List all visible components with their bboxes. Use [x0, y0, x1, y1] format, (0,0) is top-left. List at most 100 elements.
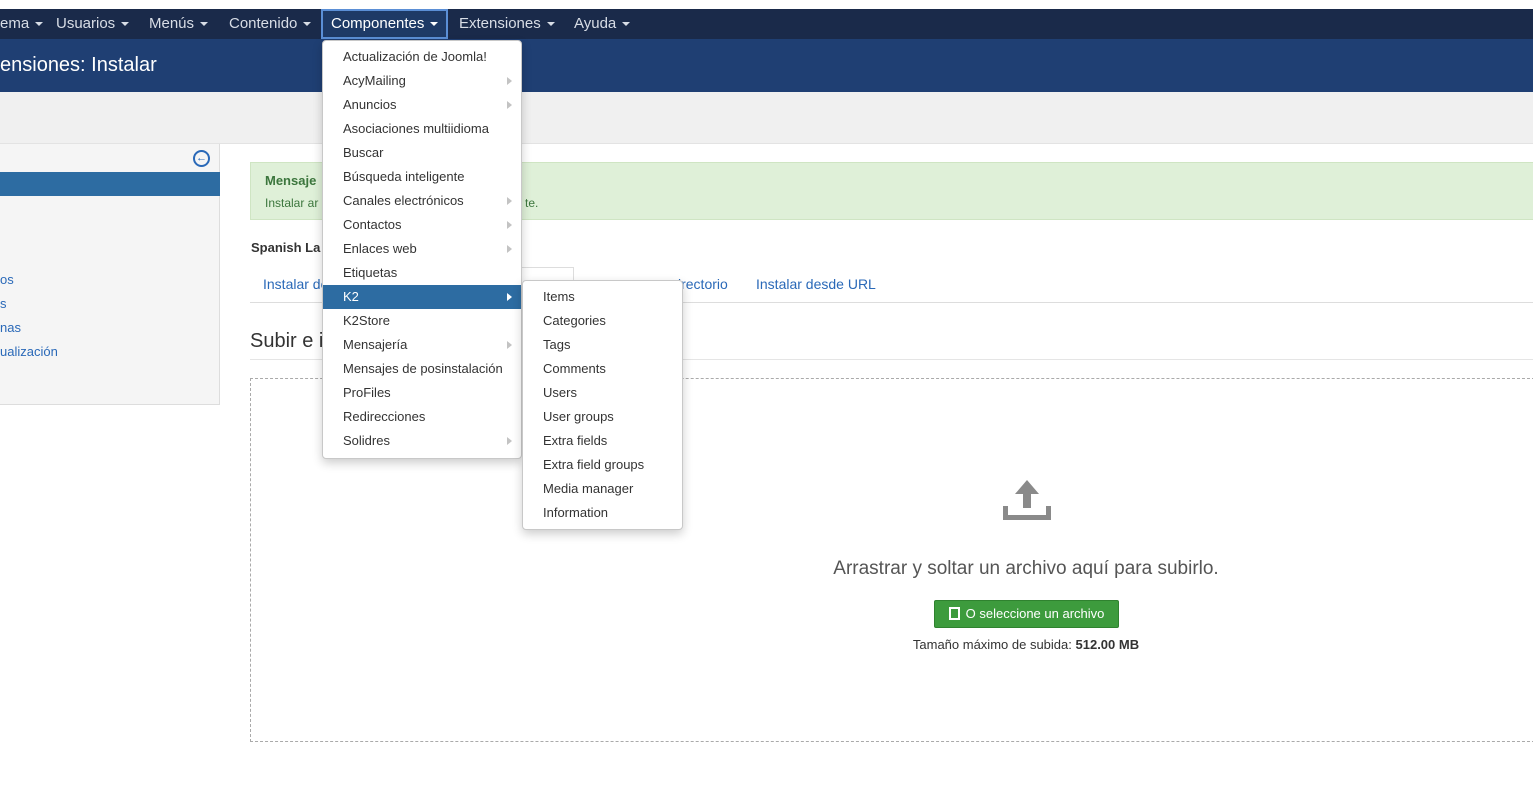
max-size-label: Tamaño máximo de subida:: [912, 637, 1072, 652]
page-title: ensiones: Instalar: [0, 54, 157, 76]
section-title: Subir e i: [250, 330, 324, 352]
k2-menu-item[interactable]: Information: [523, 501, 682, 525]
k2-menu-item[interactable]: Tags: [523, 333, 682, 357]
menu-item[interactable]: Mensajes de posinstalación: [323, 357, 521, 381]
sidebar-item[interactable]: nas: [0, 320, 21, 335]
menu-item[interactable]: Etiquetas: [323, 261, 521, 285]
submenu-arrow-icon: [507, 341, 512, 349]
menu-item[interactable]: Asociaciones multiidioma: [323, 117, 521, 141]
sidebar-item[interactable]: s: [0, 296, 7, 311]
tab-url[interactable]: Instalar desde URL: [756, 276, 876, 292]
menu-item[interactable]: Mensajería: [323, 333, 521, 357]
menu-item-label: Buscar: [343, 145, 384, 160]
max-size-value: 512.00 MB: [1075, 637, 1140, 652]
menu-item[interactable]: Redirecciones: [323, 405, 521, 429]
menu-item-label: Anuncios: [343, 97, 397, 112]
language-label: Spanish La: [251, 240, 321, 255]
k2-menu-item[interactable]: Media manager: [523, 477, 682, 501]
caret-down-icon: [546, 22, 555, 27]
menu-item[interactable]: Búsqueda inteligente: [323, 165, 521, 189]
menu-item-label: Etiquetas: [343, 265, 398, 280]
menu-item-label: Búsqueda inteligente: [343, 169, 465, 184]
page-header: ensiones: Instalar: [0, 39, 1533, 92]
caret-down-icon: [303, 22, 312, 27]
menu-item-label: Mensajería: [343, 337, 408, 352]
menu-item[interactable]: Actualización de Joomla!: [323, 45, 521, 69]
dropzone-text: Arrastrar y soltar un archivo aquí para …: [833, 558, 1219, 579]
collapse-sidebar-icon[interactable]: ←: [193, 150, 210, 167]
nav-label: Contenido: [229, 15, 298, 32]
menu-item-label: Canales electrónicos: [343, 193, 464, 208]
top-navbar: ema Usuarios Menús Contenido Componentes…: [0, 9, 1533, 39]
max-upload-size: Tamaño máximo de subida: 512.00 MB: [0, 637, 1533, 652]
submenu-arrow-icon: [507, 245, 512, 253]
sidebar: ← os s nas ualización: [0, 144, 220, 405]
select-file-label: O seleccione un archivo: [965, 606, 1105, 621]
caret-down-icon: [35, 22, 44, 27]
menu-item[interactable]: Anuncios: [323, 93, 521, 117]
sidebar-item[interactable]: os: [0, 272, 14, 287]
nav-label: Usuarios: [56, 15, 116, 32]
menu-item-label: Contactos: [343, 217, 402, 232]
sidebar-item-active[interactable]: [0, 172, 220, 196]
menu-item[interactable]: Buscar: [323, 141, 521, 165]
nav-label: Ayuda: [574, 15, 617, 32]
menu-item[interactable]: AcyMailing: [323, 69, 521, 93]
menu-item[interactable]: Contactos: [323, 213, 521, 237]
submenu-arrow-icon: [507, 101, 512, 109]
nav-menu-ayuda[interactable]: Ayuda: [574, 9, 631, 39]
nav-label: Menús: [149, 15, 195, 32]
sidebar-item[interactable]: ualización: [0, 344, 58, 359]
submenu-arrow-icon: [507, 221, 512, 229]
caret-down-icon: [121, 22, 130, 27]
submenu-arrow-icon: [507, 197, 512, 205]
components-dropdown: Actualización de Joomla! AcyMailing Anun…: [322, 40, 522, 459]
menu-item[interactable]: K2Store: [323, 309, 521, 333]
nav-menu-sistema[interactable]: ema: [0, 9, 44, 39]
select-file-button[interactable]: O seleccione un archivo: [934, 600, 1119, 628]
menu-item[interactable]: Canales electrónicos: [323, 189, 521, 213]
menu-item-label: K2: [343, 289, 359, 304]
menu-item-k2[interactable]: K2: [323, 285, 521, 309]
alert-heading: Mensaje: [265, 173, 317, 188]
nav-label: Extensiones: [459, 15, 541, 32]
alert-text-end: te.: [525, 196, 539, 210]
k2-menu-item[interactable]: Extra field groups: [523, 453, 682, 477]
file-copy-icon: [948, 607, 960, 620]
nav-menu-componentes[interactable]: Componentes: [321, 9, 449, 39]
menu-item-label: Redirecciones: [343, 409, 426, 424]
nav-menu-usuarios[interactable]: Usuarios: [56, 9, 130, 39]
menu-item[interactable]: Solidres: [323, 429, 521, 453]
caret-down-icon: [430, 22, 439, 27]
k2-menu-item[interactable]: Comments: [523, 357, 682, 381]
menu-item-label: Enlaces web: [343, 241, 417, 256]
tab-directory[interactable]: irectorio: [678, 276, 728, 292]
k2-menu-item[interactable]: User groups: [523, 405, 682, 429]
nav-menu-contenido[interactable]: Contenido: [229, 9, 312, 39]
alert-text-start: Instalar ar: [265, 196, 319, 210]
page: ema Usuarios Menús Contenido Componentes…: [0, 0, 1533, 793]
submenu-arrow-icon: [507, 293, 512, 301]
nav-menu-extensiones[interactable]: Extensiones: [459, 9, 555, 39]
submenu-arrow-icon: [507, 437, 512, 445]
k2-menu-item[interactable]: Categories: [523, 309, 682, 333]
nav-label: Componentes: [331, 15, 425, 32]
k2-submenu: Items Categories Tags Comments Users Use…: [522, 280, 683, 530]
k2-menu-item[interactable]: Extra fields: [523, 429, 682, 453]
upload-icon: [1003, 480, 1051, 520]
nav-label: ema: [0, 15, 30, 32]
nav-menu-menus[interactable]: Menús: [149, 9, 209, 39]
menu-item[interactable]: ProFiles: [323, 381, 521, 405]
tab-upload[interactable]: Instalar de: [263, 276, 328, 292]
menu-item-label: AcyMailing: [343, 73, 406, 88]
caret-down-icon: [622, 22, 631, 27]
k2-menu-item[interactable]: Items: [523, 285, 682, 309]
menu-item[interactable]: Enlaces web: [323, 237, 521, 261]
caret-down-icon: [200, 22, 209, 27]
menu-item-label: Asociaciones multiidioma: [343, 121, 489, 136]
k2-menu-item[interactable]: Users: [523, 381, 682, 405]
submenu-arrow-icon: [507, 77, 512, 85]
menu-item-label: K2Store: [343, 313, 390, 328]
menu-item-label: Solidres: [343, 433, 390, 448]
menu-item-label: Actualización de Joomla!: [343, 49, 487, 64]
